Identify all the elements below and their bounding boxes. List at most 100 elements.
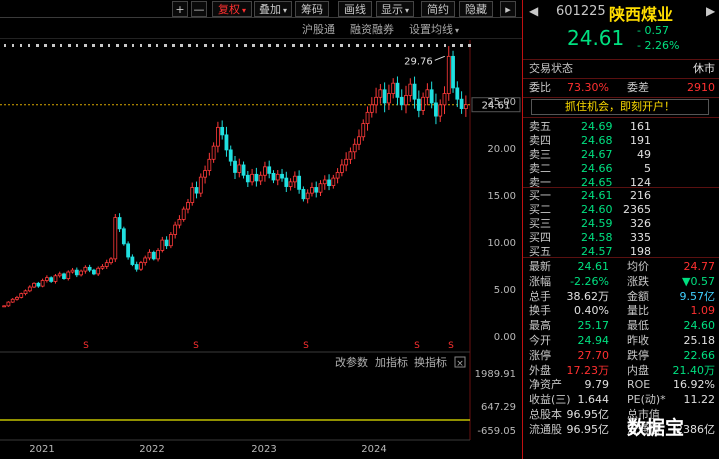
sell-level-4[interactable]: 卖二 24.66 5 bbox=[529, 162, 715, 176]
candle bbox=[234, 161, 237, 172]
candle bbox=[340, 165, 343, 173]
stat-value: 25.17 bbox=[578, 319, 610, 333]
open-account-promo[interactable]: 抓住机会，即刻开户！ bbox=[531, 99, 709, 115]
candle bbox=[54, 276, 57, 282]
kline-chart[interactable]: 24.6125.0020.0015.0010.005.000.0029.76S S… bbox=[0, 0, 522, 459]
event-marker bbox=[452, 44, 455, 47]
candle bbox=[37, 283, 40, 286]
stat-row: 涨停 27.70 跌停 22.66 bbox=[529, 349, 715, 363]
stat-value: -2.26% bbox=[570, 275, 609, 289]
next-stock-arrow-icon[interactable]: ▶ bbox=[706, 4, 715, 18]
buy-level-3[interactable]: 买三 24.59 326 bbox=[529, 217, 715, 231]
y-tick-label: 0.00 bbox=[494, 332, 516, 343]
level-price: 24.58 bbox=[581, 231, 613, 245]
buy-level-2[interactable]: 买二 24.60 2365 bbox=[529, 203, 715, 217]
divider bbox=[523, 78, 719, 79]
stat-value: 0.40% bbox=[574, 304, 609, 318]
weibi-label: 委比 bbox=[529, 81, 551, 95]
candle bbox=[362, 124, 365, 137]
candle bbox=[15, 297, 18, 299]
event-marker bbox=[20, 44, 22, 47]
y-tick-label: 15.00 bbox=[487, 191, 516, 202]
candle bbox=[41, 280, 44, 286]
candle bbox=[178, 219, 181, 225]
level-price: 24.67 bbox=[581, 148, 613, 162]
level-volume: 161 bbox=[630, 120, 651, 134]
stat-label: 总手 bbox=[529, 290, 551, 304]
event-marker bbox=[212, 44, 214, 47]
event-marker bbox=[444, 44, 446, 47]
candle bbox=[7, 302, 10, 306]
candle bbox=[122, 229, 125, 244]
level-label: 卖五 bbox=[529, 120, 551, 134]
candle bbox=[174, 225, 177, 234]
stat-value: 24.61 bbox=[578, 260, 610, 274]
candle bbox=[97, 268, 100, 274]
stat-label: 外盘 bbox=[529, 364, 551, 378]
stat-value: 24.94 bbox=[578, 334, 610, 348]
candle bbox=[101, 266, 104, 268]
candle bbox=[306, 193, 309, 199]
stat-row: 换手 0.40% 量比 1.09 bbox=[529, 304, 715, 318]
candle bbox=[199, 177, 202, 193]
stat-label: 流通股 bbox=[529, 423, 562, 437]
sell-level-2[interactable]: 卖四 24.68 191 bbox=[529, 134, 715, 148]
candle bbox=[422, 97, 425, 110]
candle bbox=[127, 244, 130, 257]
event-marker bbox=[332, 44, 334, 47]
candle bbox=[110, 259, 113, 263]
current-price: 24.61 bbox=[567, 26, 624, 50]
stat-value: 38.62万 bbox=[567, 290, 610, 304]
buy-level-1[interactable]: 买一 24.61 216 bbox=[529, 189, 715, 203]
quote-panel: ◀ 601225 陕西煤业 ▶ 24.61 - 0.57 - 2.26% 交易状… bbox=[522, 0, 719, 459]
event-marker bbox=[116, 44, 119, 47]
candle bbox=[118, 218, 121, 229]
candle bbox=[315, 187, 318, 192]
candle bbox=[242, 165, 245, 175]
candle bbox=[255, 174, 258, 181]
divider bbox=[523, 59, 719, 60]
prev-stock-arrow-icon[interactable]: ◀ bbox=[529, 4, 538, 18]
divider bbox=[523, 117, 719, 118]
switch-indicator-button[interactable]: 换指标 bbox=[414, 355, 447, 369]
level-label: 卖三 bbox=[529, 148, 551, 162]
stat-label: 量比 bbox=[627, 304, 649, 318]
sell-level-3[interactable]: 卖三 24.67 49 bbox=[529, 148, 715, 162]
event-marker bbox=[460, 44, 463, 47]
stat-label: PE(动)* bbox=[627, 393, 666, 407]
candle bbox=[357, 137, 360, 145]
buy-level-4[interactable]: 买四 24.58 335 bbox=[529, 231, 715, 245]
stat-row: 收益(三) 1.644 PE(动)* 11.22 bbox=[529, 393, 715, 407]
candle bbox=[3, 306, 6, 307]
event-marker bbox=[436, 44, 438, 47]
stat-row: 今开 24.94 昨收 25.18 bbox=[529, 334, 715, 348]
stat-value: ▼0.57 bbox=[682, 275, 715, 289]
stat-label: 涨幅 bbox=[529, 275, 551, 289]
candle bbox=[80, 271, 83, 275]
add-indicator-button[interactable]: 加指标 bbox=[375, 355, 408, 369]
status-value: 休市 bbox=[693, 62, 715, 76]
candle bbox=[332, 178, 335, 186]
event-marker bbox=[372, 44, 374, 47]
stat-row: 净资产 9.79 ROE 16.92% bbox=[529, 378, 715, 392]
stat-value: 16.92% bbox=[673, 378, 715, 392]
candle bbox=[434, 103, 437, 116]
stat-label: 跌停 bbox=[627, 349, 649, 363]
event-marker bbox=[44, 44, 47, 47]
candle bbox=[11, 299, 14, 302]
x-axis-label: 2024 bbox=[361, 444, 386, 455]
y-tick-label: 20.00 bbox=[487, 144, 516, 155]
candle bbox=[375, 97, 378, 105]
change-params-button[interactable]: 改参数 bbox=[335, 355, 368, 369]
event-marker bbox=[204, 44, 207, 47]
event-marker bbox=[428, 44, 430, 47]
event-marker bbox=[60, 44, 62, 47]
stat-row: 总手 38.62万 金额 9.57亿 bbox=[529, 290, 715, 304]
sell-level-1[interactable]: 卖五 24.69 161 bbox=[529, 120, 715, 134]
candle bbox=[460, 99, 463, 108]
event-marker bbox=[84, 44, 87, 47]
stat-value: 27.70 bbox=[578, 349, 610, 363]
candle bbox=[251, 174, 254, 182]
candle bbox=[259, 175, 262, 181]
level-volume: 191 bbox=[630, 134, 651, 148]
